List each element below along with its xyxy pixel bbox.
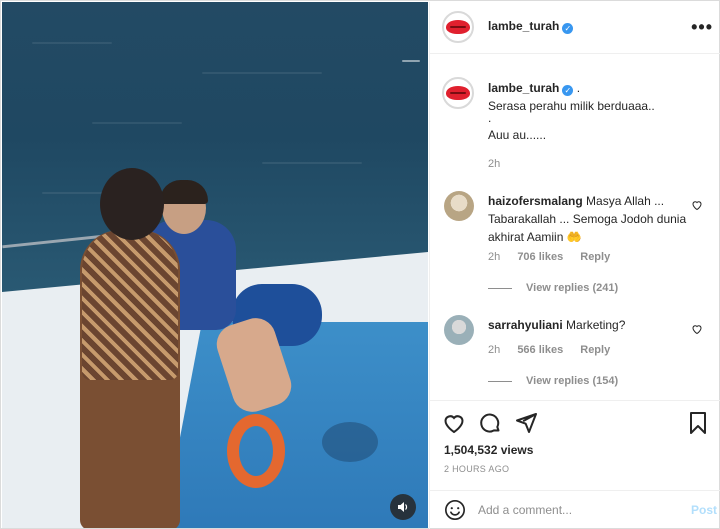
person-standing-shirt: [82, 230, 178, 380]
bookmark-icon[interactable]: [686, 411, 710, 435]
comment-icon[interactable]: [478, 411, 502, 435]
avatar[interactable]: [444, 191, 474, 221]
heart-icon[interactable]: [691, 199, 703, 211]
deck-shadow: [322, 422, 378, 462]
person-standing-head: [100, 168, 164, 240]
author-name-row: lambe_turah ✓: [488, 19, 574, 34]
action-bar: 1,504,532 views 2 HOURS AGO: [430, 400, 720, 490]
comment-meta: 2h 706 likes Reply: [488, 251, 624, 263]
comment-meta: 2h 566 likes Reply: [488, 344, 624, 356]
emoji-icon[interactable]: [444, 499, 466, 521]
comment-time: 2h: [488, 344, 501, 356]
view-count[interactable]: 1,504,532 views: [444, 443, 533, 457]
video-player[interactable]: [2, 2, 428, 528]
boat-deck-blue: [162, 322, 428, 528]
caption-suffix: .: [576, 81, 581, 95]
avatar[interactable]: [444, 315, 474, 345]
comment-text: Marketing?: [566, 318, 626, 332]
lips-logo: [446, 20, 470, 34]
caption-line: .: [488, 111, 492, 125]
reply-button[interactable]: Reply: [580, 251, 610, 263]
share-icon[interactable]: [514, 411, 538, 435]
caption-head: lambe_turah ✓ .: [488, 81, 580, 96]
more-icon[interactable]: •••: [691, 17, 713, 38]
caption-username[interactable]: lambe_turah: [488, 81, 559, 95]
lips-logo: [446, 86, 470, 100]
comment-username[interactable]: haizofersmalang: [488, 194, 583, 208]
comment-body: sarrahyuliani Marketing?: [488, 316, 693, 334]
caption-line: Auu au......: [488, 128, 547, 142]
comment-time: 2h: [488, 251, 501, 263]
author-avatar[interactable]: [442, 11, 474, 43]
comments-section: lambe_turah ✓ . Serasa perahu milik berdu…: [430, 55, 720, 400]
post-modal: lambe_turah ✓ ••• lambe_turah ✓ . Serasa p…: [0, 0, 720, 529]
comment-body: haizofersmalang Masya Allah ... Tabaraka…: [488, 192, 693, 246]
comment-input[interactable]: [478, 498, 678, 522]
comment-likes[interactable]: 566 likes: [517, 344, 563, 356]
comment-likes[interactable]: 706 likes: [517, 251, 563, 263]
verified-icon: ✓: [562, 23, 574, 34]
life-buoy: [227, 414, 285, 488]
mute-icon: [398, 502, 408, 512]
verified-icon: ✓: [562, 85, 574, 96]
reply-button[interactable]: Reply: [580, 344, 610, 356]
heart-icon[interactable]: [691, 323, 703, 335]
view-replies-button[interactable]: View replies (154): [488, 375, 618, 387]
post-button[interactable]: Post: [691, 503, 717, 517]
caption-time: 2h: [488, 158, 501, 170]
post-header: lambe_turah ✓ •••: [430, 2, 720, 54]
heart-icon[interactable]: [442, 411, 466, 435]
comment-username[interactable]: sarrahyuliani: [488, 318, 563, 332]
caption-avatar[interactable]: [442, 77, 474, 109]
post-sidebar: lambe_turah ✓ ••• lambe_turah ✓ . Serasa p…: [429, 2, 720, 529]
view-replies-button[interactable]: View replies (241): [488, 282, 618, 294]
post-timestamp: 2 HOURS AGO: [444, 464, 510, 474]
add-comment-bar: Post: [430, 490, 720, 529]
author-username[interactable]: lambe_turah: [488, 19, 559, 33]
mute-button[interactable]: [390, 494, 416, 520]
